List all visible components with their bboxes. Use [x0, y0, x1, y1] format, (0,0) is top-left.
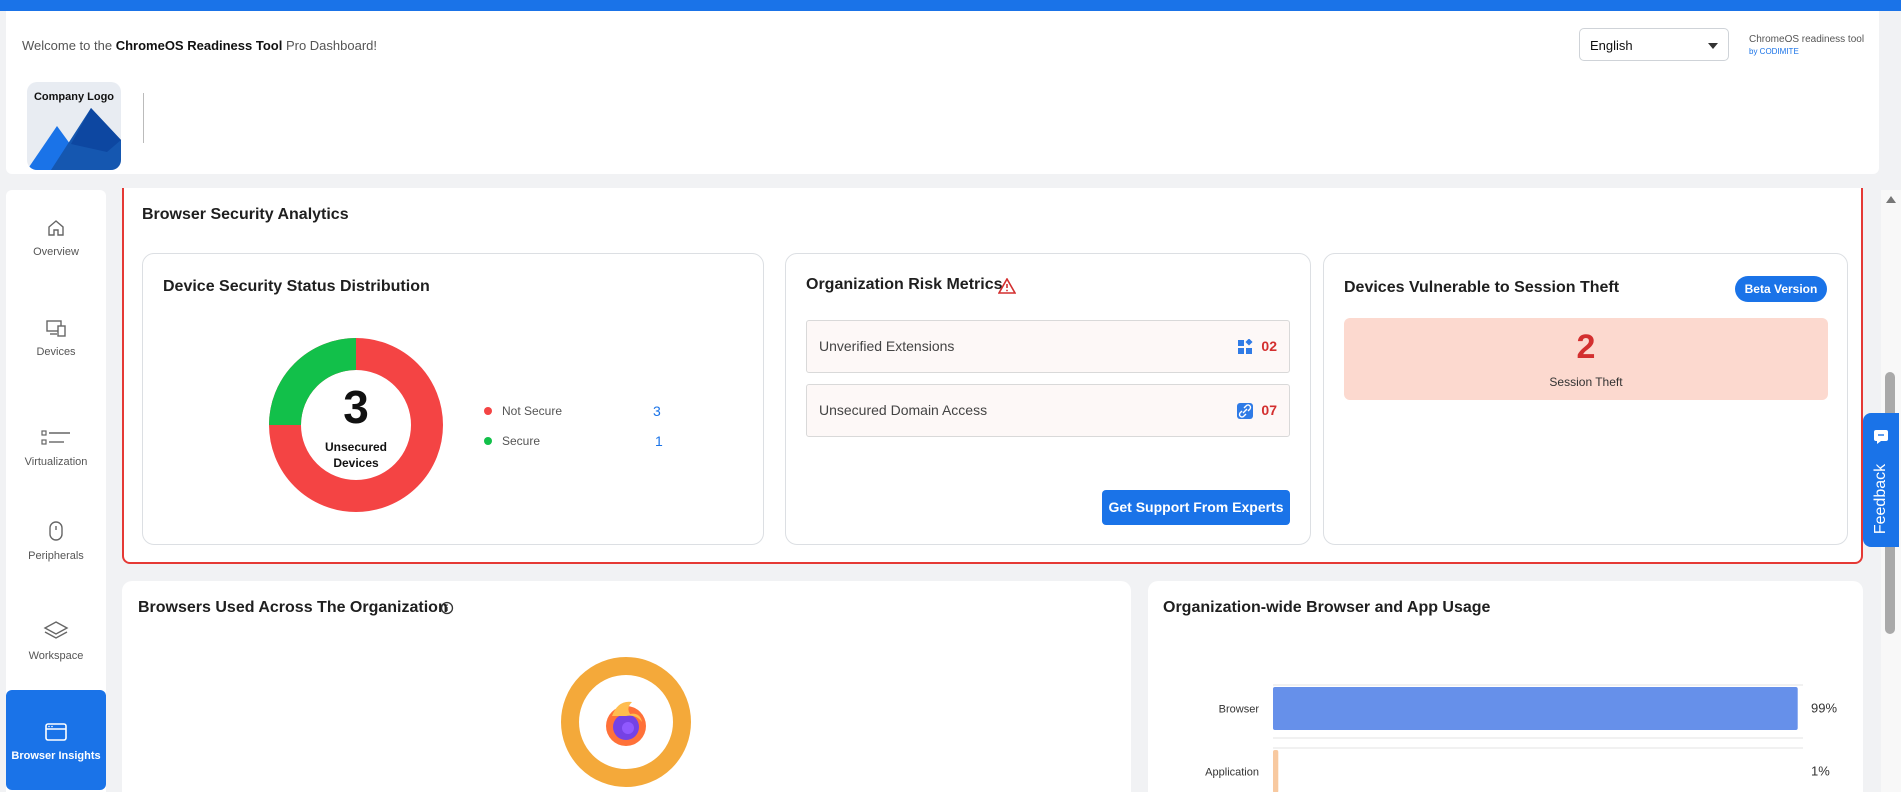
link-icon [1237, 403, 1253, 419]
browser-usage-donut [561, 657, 691, 787]
legend-value: 1 [655, 433, 663, 449]
security-donut-chart: 3 Unsecured Devices [269, 338, 443, 512]
session-theft-label: Session Theft [1549, 375, 1623, 389]
brand-line1: ChromeOS readiness tool [1749, 34, 1865, 45]
card-title: Device Security Status Distribution [163, 278, 430, 295]
header: Welcome to the ChromeOS Readiness Tool P… [6, 11, 1879, 174]
session-theft-card: Devices Vulnerable to Session Theft Beta… [1323, 253, 1848, 545]
info-icon[interactable] [440, 601, 454, 615]
sidebar-item-peripherals[interactable]: Peripherals [6, 520, 106, 562]
sidebar-item-devices[interactable]: Devices [6, 318, 106, 358]
panel-title: Browsers Used Across The Organization [138, 599, 448, 616]
home-icon [48, 220, 64, 236]
mountain-logo-icon [27, 108, 121, 170]
list-icon [41, 430, 70, 445]
organization-risk-card: Organization Risk Metrics Unverified Ext… [785, 253, 1311, 545]
risk-row-unsecured-domain-access[interactable]: Unsecured Domain Access 07 [806, 384, 1290, 437]
sidebar-item-label: Virtualization [24, 456, 88, 468]
mouse-icon [49, 521, 63, 541]
welcome-prefix: Welcome to the [22, 38, 116, 53]
section-title: Browser Security Analytics [142, 206, 349, 223]
browser-security-analytics-section: Browser Security Analytics Device Securi… [122, 188, 1863, 564]
legend-item-not-secure: Not Secure 3 [484, 403, 664, 420]
legend-item-secure: Secure 1 [484, 433, 664, 450]
risk-value: 02 [1261, 338, 1277, 354]
bar-value-label: 99% [1811, 701, 1837, 716]
browsers-used-panel: Browsers Used Across The Organization [122, 581, 1131, 792]
devices-icon [46, 320, 66, 337]
legend-dot [484, 407, 492, 415]
risk-value: 07 [1261, 402, 1277, 418]
welcome-message: Welcome to the ChromeOS Readiness Tool P… [22, 38, 377, 53]
bar-category-label: Browser [1219, 704, 1260, 716]
sidebar-item-label: Peripherals [28, 550, 84, 562]
get-support-button[interactable]: Get Support From Experts [1102, 490, 1290, 525]
top-accent-bar [0, 0, 1901, 11]
welcome-product-name: ChromeOS Readiness Tool [115, 38, 283, 53]
chevron-down-icon [1708, 43, 1718, 49]
risk-label: Unsecured Domain Access [819, 402, 988, 418]
donut-center-label: Unsecured [324, 440, 388, 454]
sidebar-item-overview[interactable]: Overview [6, 218, 106, 258]
feedback-tab[interactable]: Feedback [1863, 413, 1899, 547]
language-select[interactable]: English [1579, 28, 1729, 61]
brand-label: ChromeOS readiness tool by CODIMITE [1749, 34, 1864, 58]
legend-dot [484, 437, 492, 445]
warning-icon [998, 278, 1016, 294]
beta-badge: Beta Version [1735, 276, 1827, 302]
sidebar-item-virtualization[interactable]: Virtualization [6, 428, 106, 468]
feedback-label: Feedback [1872, 463, 1889, 535]
sidebar-item-label: Devices [36, 346, 76, 358]
welcome-suffix: Pro Dashboard! [282, 38, 378, 53]
device-security-distribution-card: Device Security Status Distribution 3 Un… [142, 253, 764, 545]
usage-bar-chart: Browser 99% Application 1% [1205, 684, 1837, 792]
logo-divider [143, 93, 144, 143]
language-value: English [1590, 38, 1633, 53]
sidebar-item-label: Overview [33, 246, 79, 258]
sidebar-item-label: Workspace [28, 650, 84, 662]
browser-icon [45, 723, 67, 741]
sidebar: Overview Devices Virtualization Peripher… [6, 190, 106, 792]
donut-center-value: 3 [343, 381, 369, 433]
panel-title: Organization-wide Browser and App Usage [1163, 599, 1491, 616]
brand-line2: by CODIMITE [1749, 47, 1799, 56]
comment-icon [1874, 430, 1888, 444]
legend-label: Not Secure [502, 404, 563, 418]
session-theft-count: 2 [1576, 328, 1596, 366]
bar-category-label: Application [1205, 767, 1259, 779]
sidebar-item-workspace[interactable]: Workspace [6, 620, 106, 662]
risk-row-unverified-extensions[interactable]: Unverified Extensions 02 [806, 320, 1290, 373]
session-theft-summary: 2 Session Theft [1344, 318, 1828, 400]
card-title: Devices Vulnerable to Session Theft [1344, 279, 1620, 296]
scroll-up-arrow-icon[interactable] [1886, 196, 1896, 203]
bar-application [1273, 750, 1279, 792]
bar-value-label: 1% [1811, 764, 1830, 779]
risk-label: Unverified Extensions [819, 338, 955, 354]
sidebar-item-browser-insights[interactable]: Browser Insights [6, 690, 106, 790]
legend-label: Secure [502, 434, 541, 448]
browser-app-usage-panel: Organization-wide Browser and App Usage … [1148, 581, 1863, 792]
company-logo: Company Logo [27, 82, 121, 170]
card-title: Organization Risk Metrics [806, 276, 1003, 293]
sidebar-item-label: Browser Insights [11, 750, 101, 762]
donut-center-label: Devices [333, 456, 379, 470]
legend-value: 3 [653, 403, 661, 419]
bar-browser [1273, 687, 1798, 730]
layers-icon [43, 621, 69, 639]
extensions-icon [1238, 339, 1253, 354]
firefox-icon [606, 701, 646, 746]
